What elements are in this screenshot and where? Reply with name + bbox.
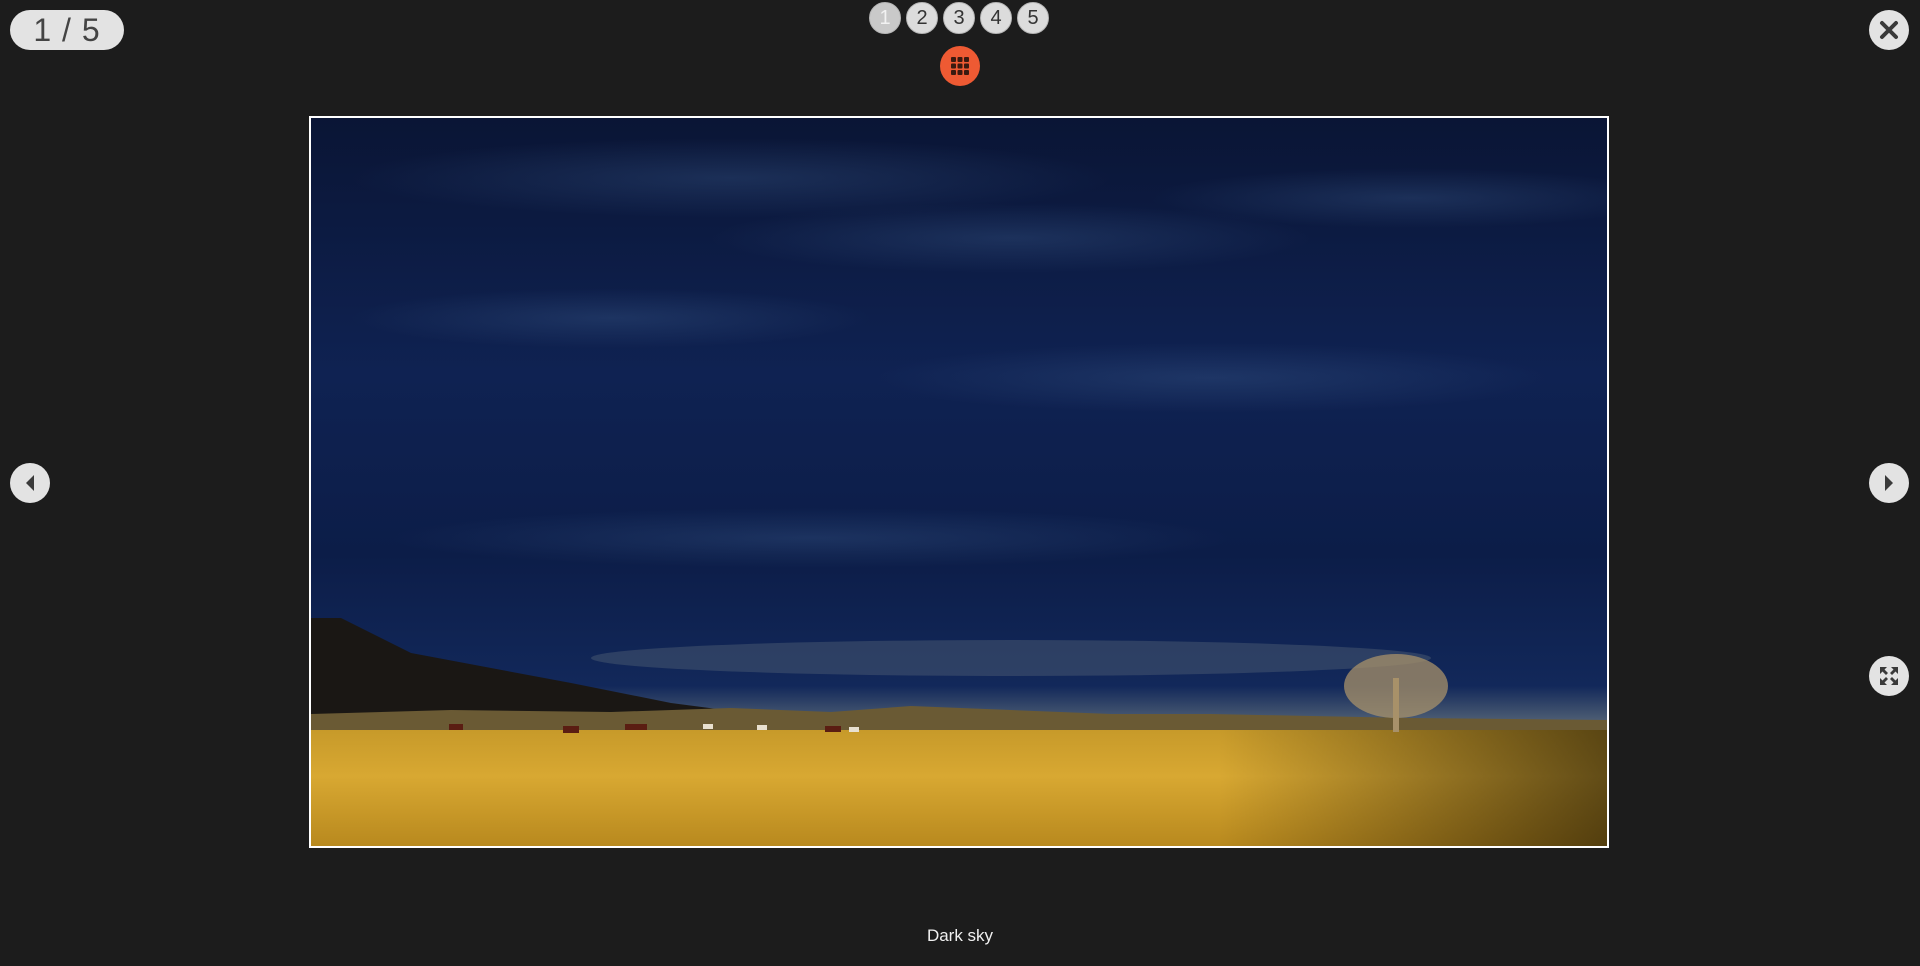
page-dot-2[interactable]: 2 (906, 2, 938, 34)
page-indicator: 1 2 3 4 5 (869, 2, 1049, 34)
page-dot-5[interactable]: 5 (1017, 2, 1049, 34)
previous-button[interactable] (10, 463, 50, 503)
page-dot-3[interactable]: 3 (943, 2, 975, 34)
arrow-right-icon (1885, 475, 1893, 491)
lightbox-viewer: 1 / 5 1 2 3 4 5 Dark sky (0, 0, 1920, 966)
arrow-left-icon (26, 475, 34, 491)
fullscreen-button[interactable] (1869, 656, 1909, 696)
fullscreen-icon (1880, 667, 1898, 685)
page-dot-1[interactable]: 1 (869, 2, 901, 34)
close-icon (1880, 21, 1898, 39)
slide-image (309, 116, 1609, 848)
landscape-photo (311, 118, 1607, 846)
thumbnail-grid-button[interactable] (940, 46, 980, 86)
page-dot-4[interactable]: 4 (980, 2, 1012, 34)
image-caption: Dark sky (926, 926, 994, 945)
grid-icon (951, 57, 969, 75)
next-button[interactable] (1869, 463, 1909, 503)
close-button[interactable] (1869, 10, 1909, 50)
slide-counter: 1 / 5 (10, 10, 124, 50)
